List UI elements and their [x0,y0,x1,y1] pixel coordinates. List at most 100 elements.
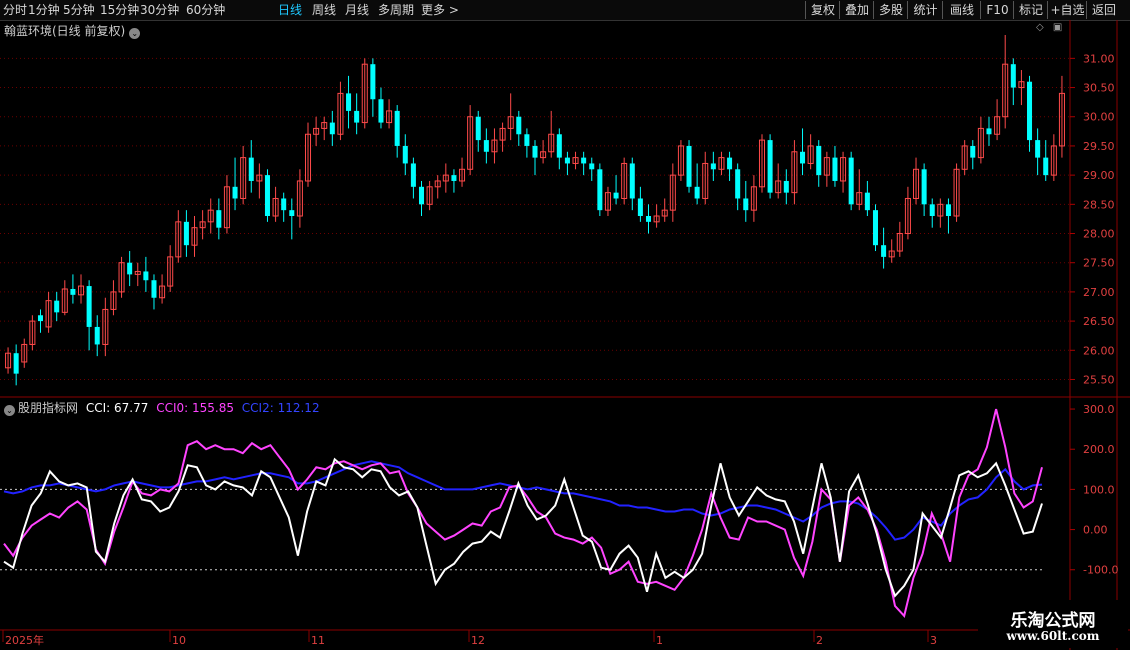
candle-body [281,198,287,211]
candle-body [248,157,254,181]
candle-body [532,145,538,158]
toolbar-button-5[interactable]: F10 [980,1,1014,19]
candle-body [637,198,643,216]
candle-body [800,151,806,164]
period-tab-0[interactable]: 分时 [3,2,27,18]
candle-body [783,180,789,193]
candle-body [524,134,530,146]
candle-body [929,204,935,216]
candle-body [613,192,619,199]
candle-body [564,157,570,164]
chart-area[interactable]: 31.0030.5030.0029.5029.0028.5028.0027.50… [0,20,1130,650]
candle-body [694,186,700,199]
indicator-tick-label: 300.0 [1083,403,1115,416]
watermark: 乐淘公式网 www.60lt.com [978,600,1128,648]
candle-body [418,186,425,205]
candle-body [54,300,60,313]
candle-body [37,315,43,322]
candle-body [346,93,352,111]
toolbar-button-2[interactable]: 多股 [873,1,908,19]
time-axis-label: 2 [816,634,823,647]
candle-body [686,145,692,187]
candle-body [378,99,384,123]
candle-body [1027,81,1033,141]
candle-body [216,210,222,228]
candle-body [70,288,76,295]
candle-body [151,280,157,298]
candle-body [483,140,489,152]
candle-body [727,157,733,170]
candle-body [264,175,270,216]
period-tab-2[interactable]: 5分钟 [63,2,95,18]
candle-body [767,140,773,193]
candle-body [645,216,652,222]
price-tick-label: 26.50 [1083,315,1115,328]
candle-body [1010,64,1016,88]
candle-body [986,128,992,135]
candle-body [1043,157,1049,176]
time-axis-label: 2025年 [5,633,44,647]
indicator-tick-label: 0.00 [1083,524,1108,537]
candle-body [881,245,887,257]
period-tab-10[interactable]: 更多 > [421,2,459,18]
period-tab-1[interactable]: 1分钟 [28,2,60,18]
period-tab-9[interactable]: 多周期 [378,2,414,18]
candle-body [127,262,133,275]
candle-body [945,204,951,216]
price-tick-label: 28.50 [1083,198,1115,211]
candle-body [94,326,100,345]
candle-body [451,175,457,181]
candle-body [410,163,416,187]
candle-body [832,157,838,181]
candle-body [370,64,376,100]
period-tab-7[interactable]: 周线 [312,2,336,18]
candle-body [735,169,741,199]
price-tick-label: 29.00 [1083,169,1115,182]
watermark-title: 乐淘公式网 [1010,611,1096,631]
toolbar-button-1[interactable]: 叠加 [839,1,874,19]
candle-body [816,145,822,176]
indicator-tick-label: -100.0 [1083,564,1118,577]
toolbar-button-0[interactable]: 复权 [805,1,840,19]
candle-body [872,210,879,246]
candle-body [743,198,749,211]
candle-body [354,110,360,123]
period-tab-5[interactable]: 60分钟 [186,2,225,18]
time-axis-label: 10 [172,634,186,647]
time-axis-label: 12 [471,634,485,647]
candle-body [848,157,854,205]
price-tick-label: 29.50 [1083,140,1115,153]
toolbar-button-6[interactable]: 标记 [1013,1,1048,19]
toolbar: 分时 1分钟 5分钟 15分钟 30分钟 60分钟 日线 周线 月线 多周期 更多 > 复权 叠加 多股统… [0,0,1130,21]
candle-body [183,221,189,246]
candle-body [581,157,587,164]
time-axis-label: 1 [656,634,663,647]
toolbar-button-8[interactable]: 返回 [1086,1,1121,19]
candle-body [289,210,295,216]
time-axis-label: 3 [930,634,937,647]
candle-body [589,163,595,170]
toolbar-button-4[interactable]: 画线 [942,1,981,19]
candle-body [86,286,92,327]
period-tab-6[interactable]: 日线 [278,2,302,18]
price-tick-label: 27.00 [1083,286,1115,299]
candle-body [402,145,408,164]
cci0-line [3,408,1043,618]
period-tab-8[interactable]: 月线 [345,2,369,18]
price-tick-label: 27.50 [1083,257,1115,270]
watermark-url: www.60lt.com [1006,629,1100,643]
candle-body [864,192,870,211]
period-tab-4[interactable]: 30分钟 [140,2,179,18]
candle-body [556,134,562,158]
time-axis-label: 11 [311,634,325,647]
candle-body [921,169,927,205]
cci2-line [3,460,1043,541]
candle-body [1035,140,1041,158]
toolbar-button-7[interactable]: +自选 [1047,1,1087,19]
candle-body [516,116,522,135]
toolbar-button-3[interactable]: 统计 [907,1,943,19]
price-tick-label: 26.00 [1083,344,1115,357]
period-tab-3[interactable]: 15分钟 [100,2,139,18]
candle-body [597,169,603,211]
candle-body [329,122,335,135]
